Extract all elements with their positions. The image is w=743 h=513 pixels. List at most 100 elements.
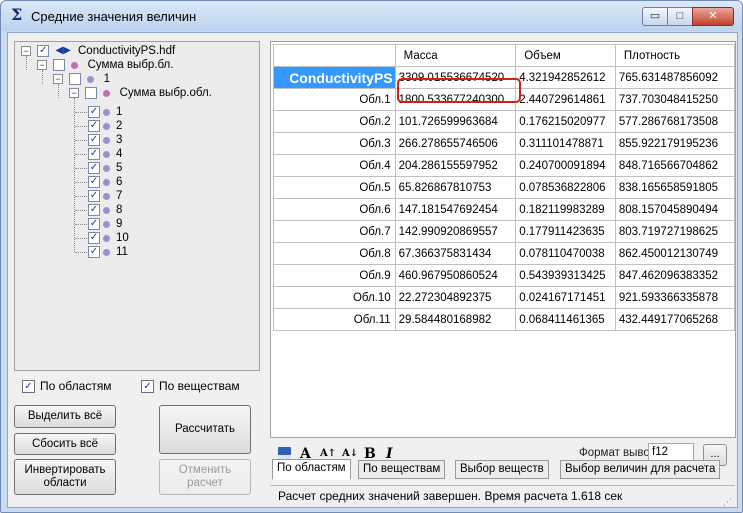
mass-cell[interactable]: 65.826867810753 — [394, 176, 517, 199]
checkbox-checked[interactable]: ✓ — [37, 45, 50, 57]
table-row[interactable]: Обл.11 29.584480168982 0.068411461365 432.4… — [273, 308, 736, 331]
density-cell[interactable]: 808.157045890494 — [614, 198, 736, 221]
by-regions-checkbox[interactable]: ✓ По областям — [22, 379, 112, 394]
density-cell[interactable]: 737.703048415250 — [614, 88, 736, 111]
density-cell[interactable]: 855.922179195236 — [614, 132, 736, 155]
checkbox-checked[interactable]: ✓ — [88, 204, 100, 216]
checkbox-checked[interactable]: ✓ — [88, 190, 100, 202]
selection-tree[interactable]: − ✓ ◀▶ ConductivityPS.hdf − Сумма выбр.б… — [14, 41, 260, 371]
mass-cell[interactable]: 67.366375831434 — [394, 242, 517, 265]
checkbox-unchecked[interactable] — [85, 87, 98, 99]
table-row[interactable]: Обл.9 460.967950860524 0.543939313425 847.4… — [273, 264, 736, 287]
volume-cell[interactable]: 0.543939313425 — [515, 264, 616, 287]
density-cell[interactable]: 921.593366335878 — [614, 286, 736, 309]
title-bar[interactable]: Σ Средние значения величин ▭ □ ✕ — [1, 1, 742, 31]
maximize-button[interactable]: □ — [667, 7, 693, 26]
density-cell[interactable]: 803.719727198625 — [614, 220, 736, 243]
collapse-icon[interactable]: − — [69, 88, 79, 98]
row-header-cell[interactable]: Обл.1 — [273, 88, 396, 111]
resize-grip-icon[interactable]: ⋰ — [723, 492, 732, 512]
volume-cell[interactable]: 4.321942852612 — [515, 66, 616, 89]
volume-cell[interactable]: 0.311101478871 — [515, 132, 616, 155]
column-header-mass[interactable]: Масса — [394, 44, 517, 67]
density-cell[interactable]: 432.449177065268 — [614, 308, 736, 331]
volume-cell[interactable]: 2.440729614861 — [515, 88, 616, 111]
column-header-volume[interactable]: Объем — [515, 44, 616, 67]
invert-regions-button[interactable]: Инвертировать области — [14, 459, 116, 495]
tab-select-quantities[interactable]: Выбор величин для расчета — [560, 460, 721, 479]
row-header-cell[interactable]: Обл.3 — [273, 132, 396, 155]
row-header-cell[interactable]: Обл.6 — [273, 198, 396, 221]
calculate-button[interactable]: Рассчитать — [159, 405, 251, 454]
volume-cell[interactable]: 0.182119983289 — [515, 198, 616, 221]
close-button[interactable]: ✕ — [692, 7, 734, 26]
table-row[interactable]: Обл.10 22.272304892375 0.024167171451 921.5… — [273, 286, 736, 309]
mass-cell[interactable]: 266.278655746506 — [394, 132, 517, 155]
collapse-icon[interactable]: − — [37, 60, 47, 70]
tree-node-block-1[interactable]: − 1 — [53, 72, 110, 86]
reset-all-button[interactable]: Сбосить всё — [14, 433, 116, 455]
mass-cell[interactable]: 29.584480168982 — [394, 308, 517, 331]
checkbox-checked[interactable]: ✓ — [88, 232, 100, 244]
row-header-cell[interactable]: Обл.8 — [273, 242, 396, 265]
table-row[interactable]: Обл.4 204.286155597952 0.240700091894 848.7… — [273, 154, 736, 177]
mass-cell[interactable]: 3309.015536674520 — [394, 66, 517, 89]
mass-cell[interactable]: 101.726599963684 — [394, 110, 517, 133]
tree-region-item[interactable]: ✓ 2 — [88, 119, 122, 133]
tree-region-item[interactable]: ✓ 7 — [88, 189, 122, 203]
table-row[interactable]: Обл.8 67.366375831434 0.078110470038 862.45… — [273, 242, 736, 265]
density-cell[interactable]: 577.286768173508 — [614, 110, 736, 133]
density-cell[interactable]: 838.165658591805 — [614, 176, 736, 199]
checkbox-checked[interactable]: ✓ — [88, 134, 100, 146]
volume-cell[interactable]: 0.024167171451 — [515, 286, 616, 309]
checkbox-checked[interactable]: ✓ — [88, 120, 100, 132]
tree-region-item[interactable]: ✓ 5 — [88, 161, 122, 175]
results-grid[interactable]: Масса Объем Плотность ConductivityPS 3309… — [270, 41, 736, 438]
mass-cell[interactable]: 460.967950860524 — [394, 264, 517, 287]
collapse-icon[interactable]: − — [21, 46, 31, 56]
checkbox-checked[interactable]: ✓ — [88, 106, 100, 118]
table-row[interactable]: Обл.2 101.726599963684 0.176215020977 577.2… — [273, 110, 736, 133]
tree-region-item[interactable]: ✓ 4 — [88, 147, 122, 161]
tree-node-group-regions[interactable]: − Сумма выбр.обл. — [69, 86, 212, 100]
row-header-cell[interactable]: ConductivityPS — [273, 66, 396, 89]
volume-cell[interactable]: 0.177911423635 — [515, 220, 616, 243]
mass-cell[interactable]: 142.990920869557 — [394, 220, 517, 243]
table-row[interactable]: Обл.6 147.181547692454 0.182119983289 808.1… — [273, 198, 736, 221]
table-row[interactable]: ConductivityPS 3309.015536674520 4.3219428… — [273, 66, 736, 89]
row-header-cell[interactable]: Обл.7 — [273, 220, 396, 243]
density-cell[interactable]: 847.462096383352 — [614, 264, 736, 287]
checkbox-checked[interactable]: ✓ — [88, 162, 100, 174]
tree-region-item[interactable]: ✓ 11 — [88, 245, 128, 259]
checkbox-checked[interactable]: ✓ — [88, 246, 100, 258]
table-row[interactable]: Обл.3 266.278655746506 0.311101478871 855.9… — [273, 132, 736, 155]
tree-region-item[interactable]: ✓ 9 — [88, 217, 122, 231]
table-row[interactable]: Обл.1 1800.533677240300 2.440729614861 737.… — [273, 88, 736, 111]
tree-node-root[interactable]: − ✓ ◀▶ ConductivityPS.hdf — [21, 44, 175, 58]
row-header-cell[interactable]: Обл.9 — [273, 264, 396, 287]
tree-region-item[interactable]: ✓ 8 — [88, 203, 122, 217]
select-all-button[interactable]: Выделить всё — [14, 405, 116, 428]
by-substances-checkbox[interactable]: ✓ По веществам — [141, 379, 240, 394]
checkbox-checked[interactable]: ✓ — [88, 148, 100, 160]
tree-region-item[interactable]: ✓ 3 — [88, 133, 122, 147]
minimize-button[interactable]: ▭ — [642, 7, 668, 26]
row-header-cell[interactable]: Обл.4 — [273, 154, 396, 177]
cancel-calculation-button[interactable]: Отменить расчет — [159, 459, 251, 495]
checkbox-unchecked[interactable] — [53, 59, 66, 71]
volume-cell[interactable]: 0.068411461365 — [515, 308, 616, 331]
mass-cell[interactable]: 204.286155597952 — [394, 154, 517, 177]
tree-node-group-blocks[interactable]: − Сумма выбр.бл. — [37, 58, 173, 72]
checkbox-checked[interactable]: ✓ — [88, 176, 100, 188]
volume-cell[interactable]: 0.240700091894 — [515, 154, 616, 177]
tree-region-item[interactable]: ✓ 10 — [88, 231, 129, 245]
row-header-cell[interactable]: Обл.2 — [273, 110, 396, 133]
tab-by-regions[interactable]: По областям — [272, 459, 351, 480]
table-row[interactable]: Обл.5 65.826867810753 0.078536822806 838.16… — [273, 176, 736, 199]
volume-cell[interactable]: 0.078110470038 — [515, 242, 616, 265]
tab-select-substances[interactable]: Выбор веществ — [455, 460, 549, 479]
tree-region-item[interactable]: ✓ 1 — [88, 105, 122, 119]
collapse-icon[interactable]: − — [53, 74, 63, 84]
row-header-cell[interactable]: Обл.11 — [273, 308, 396, 331]
density-cell[interactable]: 765.631487856092 — [614, 66, 736, 89]
